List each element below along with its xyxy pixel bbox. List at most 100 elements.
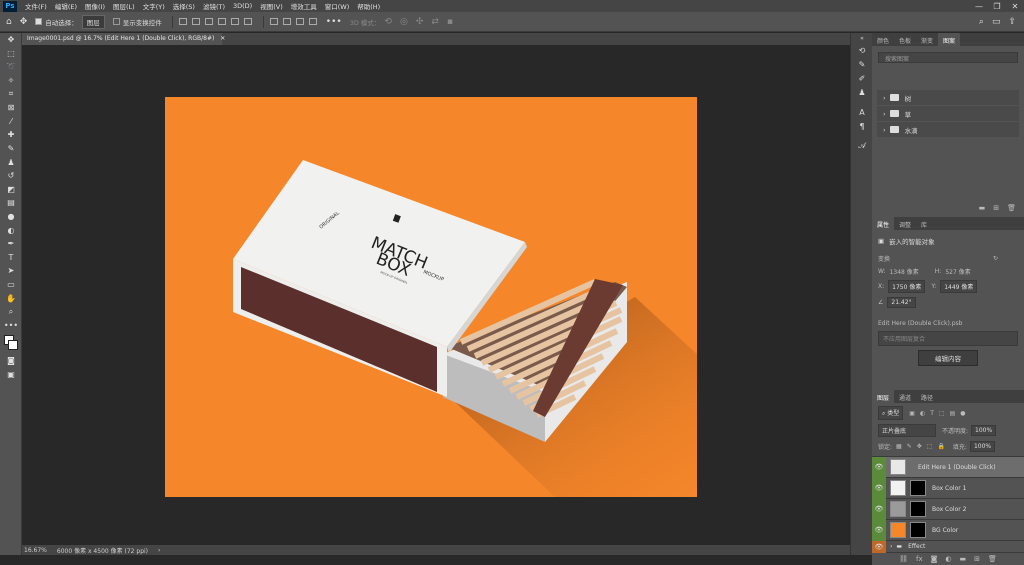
filter-pixel-icon[interactable]: ▣ [909,410,915,417]
character-icon[interactable]: A [851,105,873,119]
tab-channels[interactable]: 通道 [894,390,916,403]
lock-artboard-icon[interactable]: ⬚ [927,443,933,450]
history-brush-tool-icon[interactable]: ↺ [0,169,22,183]
magic-wand-tool-icon[interactable]: ✧ [0,74,22,88]
move-tool-icon[interactable]: ✥ [20,17,28,27]
distribute-icon[interactable] [308,18,317,25]
glyphs-icon[interactable]: 𝒜 [851,139,873,153]
menu-filter[interactable]: 滤镜(T) [199,1,229,11]
filter-adjust-icon[interactable]: ◐ [920,410,925,417]
crop-tool-icon[interactable]: ⌗ [0,87,22,101]
tab-color[interactable]: 颜色 [872,33,894,46]
new-layer-icon[interactable]: ⊞ [974,555,980,563]
zoom-level[interactable]: 16.67% [24,547,47,554]
menu-file[interactable]: 文件(F) [21,1,51,11]
layer-filter-dropdown[interactable]: ⌕ 类型 [878,406,904,420]
3d-roll-icon[interactable]: ◎ [400,17,408,27]
menu-view[interactable]: 视图(V) [256,1,287,11]
layer-style-icon[interactable]: fx [916,555,923,563]
eraser-tool-icon[interactable]: ◩ [0,183,22,197]
quick-mask-icon[interactable]: ◙ [0,354,22,368]
rectangle-tool-icon[interactable]: ▭ [0,278,22,292]
layer-row[interactable]: 👁 Box Color 2 [872,498,1024,520]
3d-scale-icon[interactable]: ▪ [447,17,453,27]
lock-position-icon[interactable]: ✥ [917,443,922,450]
blur-tool-icon[interactable]: ● [0,210,22,224]
layer-comp-dropdown[interactable]: 不应用图层复合 [878,331,1018,346]
brushes-icon[interactable]: ✐ [851,71,873,85]
home-icon[interactable]: ⌂ [6,17,12,27]
align-middle-icon[interactable] [230,18,239,25]
x-input[interactable]: 1750 像素 [888,280,926,293]
photoshop-logo[interactable]: Ps [3,0,17,12]
tab-libraries[interactable]: 库 [916,217,932,230]
filter-type-icon[interactable]: T [930,410,934,417]
auto-select-checkbox[interactable] [35,18,43,25]
path-selection-tool-icon[interactable]: ➤ [0,264,22,278]
new-pattern-icon[interactable]: ⊞ [993,204,999,212]
adjustment-layer-icon[interactable]: ◐ [945,555,951,563]
document-canvas[interactable]: MATCH BOX ORIGINAL MOCKUP MOCK-UP ORIGIN… [165,97,697,497]
layer-row[interactable]: 👁 BG Color [872,519,1024,541]
layer-select-dropdown[interactable]: 图层 [81,14,105,29]
pattern-folder[interactable]: › 草 [877,106,1019,121]
eyedropper-tool-icon[interactable]: ⁄ [0,115,22,129]
dodge-tool-icon[interactable]: ◐ [0,223,22,237]
tab-gradients[interactable]: 渐变 [916,33,938,46]
align-left-icon[interactable] [178,18,187,25]
lock-pixels-icon[interactable]: ✎ [907,443,912,450]
brush-settings-icon[interactable]: ✎ [851,57,873,71]
type-tool-icon[interactable]: T [0,251,22,265]
clone-source-icon[interactable]: ♟ [851,85,873,99]
pen-tool-icon[interactable]: ✒ [0,237,22,251]
tab-adjustments[interactable]: 调整 [894,217,916,230]
delete-icon[interactable]: 🗑 [1007,204,1016,212]
opacity-input[interactable]: 100% [971,425,997,436]
y-input[interactable]: 1449 像素 [940,280,978,293]
close-tab-button[interactable]: ✕ [220,35,225,42]
layer-group-row[interactable]: 👁 › ▬ Effect [872,540,1024,553]
menu-edit[interactable]: 编辑(E) [51,1,81,11]
tab-properties[interactable]: 属性 [872,217,895,230]
layer-row[interactable]: 👁 Box Color 1 [872,477,1024,499]
clone-stamp-tool-icon[interactable]: ♟ [0,155,22,169]
3d-slide-icon[interactable]: ⇄ [431,17,439,27]
eye-icon[interactable]: 👁 [872,477,886,499]
3d-orbit-icon[interactable]: ⟲ [384,17,392,27]
filter-smart-icon[interactable]: ▤ [950,410,956,417]
menu-select[interactable]: 选择(S) [169,1,199,11]
pattern-folder[interactable]: › 水滴 [877,122,1019,137]
menu-layer[interactable]: 图层(L) [109,1,139,11]
share-icon[interactable]: ⇪ [1008,17,1016,27]
document-tab[interactable]: Image0001.psd @ 16.7% (Edit Here 1 (Doub… [22,33,225,45]
hand-tool-icon[interactable]: ✋ [0,291,22,305]
menu-image[interactable]: 图像(I) [81,1,109,11]
align-right-icon[interactable] [204,18,213,25]
history-icon[interactable]: ⟲ [851,43,873,57]
align-top-icon[interactable] [217,18,226,25]
collapse-icon[interactable]: « [851,33,873,43]
distribute-icon[interactable] [282,18,291,25]
frame-tool-icon[interactable]: ⊠ [0,101,22,115]
color-swatches-icon[interactable] [0,332,22,354]
menu-type[interactable]: 文字(Y) [139,1,169,11]
tab-patterns[interactable]: 图案 [938,33,961,46]
height-value[interactable]: 527 像素 [945,267,970,276]
healing-brush-tool-icon[interactable]: ✚ [0,128,22,142]
distribute-icon[interactable] [295,18,304,25]
zoom-tool-icon[interactable]: ⌕ [0,305,22,319]
add-mask-icon[interactable]: ◙ [931,555,938,563]
menu-window[interactable]: 窗口(W) [321,1,354,11]
edit-toolbar-icon[interactable]: ••• [0,318,22,332]
more-options-icon[interactable]: ••• [326,17,342,27]
eye-icon[interactable]: 👁 [872,498,886,520]
search-icon[interactable]: ⌕ [979,17,984,27]
layer-row[interactable]: 👁 Edit Here 1 (Double Click) [872,456,1024,478]
lock-all-icon[interactable]: 🔒 [937,443,944,450]
link-layers-icon[interactable]: ⛓ [899,555,908,563]
restore-button[interactable]: ❐ [988,2,1006,11]
new-group-icon[interactable]: ▬ [960,555,967,563]
blend-mode-dropdown[interactable]: 正片叠底 [878,424,936,437]
status-arrow-icon[interactable]: › [158,547,160,554]
pattern-search-input[interactable]: 搜索图案 [878,52,1018,63]
